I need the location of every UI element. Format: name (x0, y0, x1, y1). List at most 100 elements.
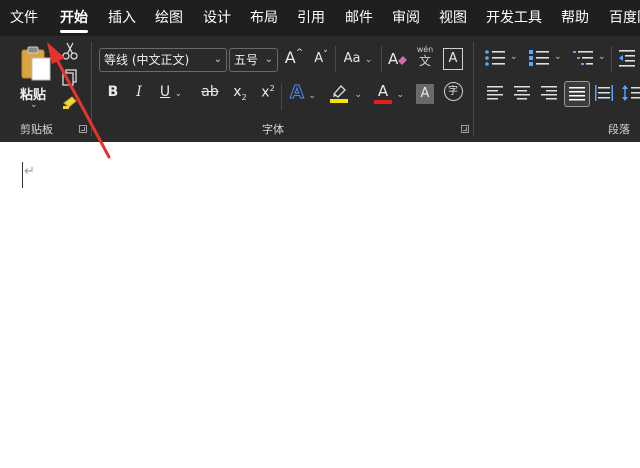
subscript-button[interactable]: x2 (230, 84, 250, 106)
underline-icon: U (159, 84, 171, 100)
character-shading-button[interactable]: A (416, 84, 434, 104)
tab-design[interactable]: 设计 (203, 8, 231, 28)
group-divider (473, 42, 474, 136)
strikethrough-button[interactable]: ab (198, 84, 222, 106)
font-divider (381, 46, 382, 72)
align-center-button[interactable] (513, 84, 535, 106)
justify-icon (569, 87, 585, 101)
tab-file[interactable]: 文件 (10, 8, 38, 28)
justify-button[interactable] (564, 81, 590, 107)
tab-layout[interactable]: 布局 (250, 8, 278, 28)
tab-references[interactable]: 引用 (297, 8, 325, 28)
multilevel-list-button[interactable]: ⌄ (572, 48, 608, 72)
font-size-dropdown[interactable]: 五号 ⌄ (229, 48, 278, 72)
bullets-button[interactable]: ⌄ (484, 48, 520, 72)
chevron-down-icon: ⌄ (213, 54, 222, 65)
change-case-icon: Aa (343, 51, 361, 66)
italic-button[interactable]: I (130, 84, 148, 106)
chevron-down-icon: ⌄ (510, 52, 518, 62)
superscript-icon: x (261, 84, 270, 101)
font-divider (335, 46, 336, 72)
numbered-list-icon (529, 50, 549, 66)
align-right-button[interactable] (540, 84, 562, 106)
ribbon: 粘贴 ⌄ 剪贴板 等线 (中文正文) ⌄ 五号 ⌄ A^ A˅ Aa ⌄ A w… (0, 36, 640, 142)
bold-button[interactable]: B (104, 84, 122, 106)
phonetic-bottom-text: 文 (418, 54, 431, 68)
text-cursor (22, 162, 23, 188)
strikethrough-icon: ab (201, 84, 219, 100)
document-page[interactable] (0, 142, 640, 468)
copy-icon (62, 69, 77, 86)
tab-draw[interactable]: 绘图 (155, 8, 183, 28)
paragraph-divider (611, 46, 612, 72)
tab-mailings[interactable]: 邮件 (345, 8, 373, 28)
cut-button[interactable] (60, 42, 80, 62)
text-effects-button[interactable]: A ⌄ (286, 82, 320, 106)
character-border-icon: A (448, 51, 458, 66)
shrink-font-icon: A (314, 51, 324, 66)
font-color-icon: A (377, 82, 389, 100)
paste-button[interactable]: 粘贴 ⌄ (14, 42, 54, 110)
change-case-button[interactable]: Aa ⌄ (341, 50, 375, 72)
tab-review[interactable]: 审阅 (392, 8, 420, 28)
distributed-align-button[interactable] (594, 84, 616, 106)
chevron-down-icon: ⌄ (364, 55, 373, 65)
group-divider (91, 42, 92, 136)
highlight-button[interactable]: ⌄ (326, 82, 364, 108)
tab-help[interactable]: 帮助 (561, 8, 589, 28)
decrease-indent-icon (619, 50, 635, 67)
enclose-characters-icon: 字 (443, 82, 463, 101)
bullet-list-icon (485, 50, 505, 66)
chevron-down-icon: ⌄ (598, 52, 606, 62)
subscript-mark: 2 (241, 92, 247, 102)
underline-button[interactable]: U ⌄ (156, 84, 186, 106)
tab-baidu[interactable]: 百度网 (609, 8, 640, 28)
svg-text:A: A (388, 50, 399, 68)
numbering-button[interactable]: ⌄ (528, 48, 564, 72)
line-spacing-button[interactable] (622, 84, 640, 106)
phonetic-guide-button[interactable]: wén 文 (414, 45, 436, 73)
align-left-button[interactable] (486, 84, 508, 106)
italic-icon: I (136, 84, 142, 100)
paragraph-group-label: 段落 (608, 123, 630, 136)
shrink-font-button[interactable]: A˅ (311, 50, 331, 72)
align-right-icon (541, 86, 557, 100)
chevron-down-icon: ⌄ (308, 91, 316, 101)
highlighter-icon (330, 85, 348, 103)
tab-view[interactable]: 视图 (439, 8, 467, 28)
font-color-swatch (374, 100, 392, 104)
multilevel-list-icon (573, 51, 593, 65)
chevron-down-icon: ⌄ (264, 54, 273, 65)
grow-font-button[interactable]: A^ (283, 48, 305, 72)
tab-home[interactable]: 开始 (60, 8, 88, 33)
grow-font-icon: A (284, 48, 296, 67)
font-group-label: 字体 (262, 123, 284, 136)
clear-formatting-button[interactable]: A (386, 48, 410, 72)
text-effects-icon: A (290, 82, 305, 104)
tab-developer[interactable]: 开发工具 (486, 8, 542, 28)
clipboard-icon (21, 46, 51, 81)
superscript-button[interactable]: x2 (258, 84, 278, 106)
copy-button[interactable] (60, 68, 80, 88)
character-shading-icon: A (420, 86, 430, 101)
tab-insert[interactable]: 插入 (108, 8, 136, 28)
font-launcher-icon[interactable] (461, 125, 469, 133)
chevron-down-icon: ⌄ (30, 100, 38, 110)
clear-formatting-icon: A (388, 50, 407, 68)
decrease-indent-button[interactable] (617, 48, 639, 72)
font-name-dropdown[interactable]: 等线 (中文正文) ⌄ (99, 48, 227, 72)
font-color-button[interactable]: A ⌄ (370, 82, 408, 108)
chevron-down-icon: ⌄ (354, 90, 362, 100)
enclose-characters-button[interactable]: 字 (442, 82, 464, 104)
format-painter-icon (63, 96, 77, 109)
chevron-down-icon: ⌄ (554, 52, 562, 62)
character-border-button[interactable]: A (443, 48, 463, 70)
format-painter-button[interactable] (60, 94, 80, 114)
font-size-value: 五号 (234, 53, 259, 67)
bold-icon: B (107, 84, 119, 100)
chevron-down-icon: ⌄ (396, 90, 404, 100)
clipboard-launcher-icon[interactable] (79, 125, 87, 133)
line-spacing-icon (622, 85, 640, 101)
font-divider (281, 84, 282, 110)
font-name-value: 等线 (中文正文) (104, 53, 190, 67)
